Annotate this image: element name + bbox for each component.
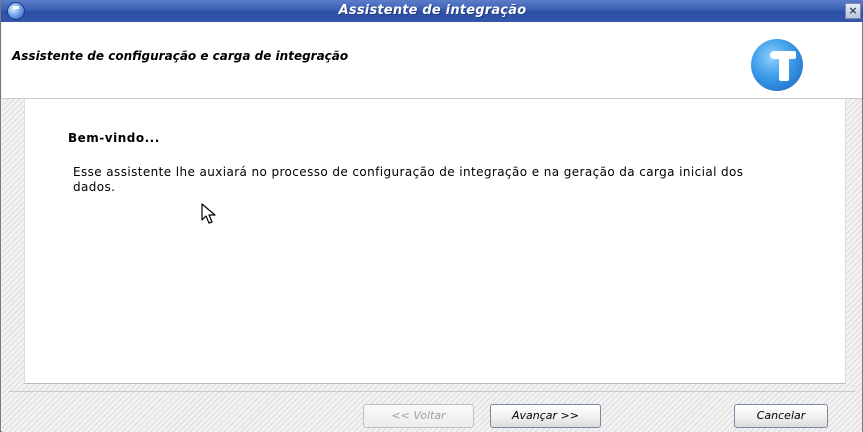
logo-t-stem (779, 57, 789, 81)
wizard-content: Bem-vindo... Esse assistente lhe auxiará… (24, 99, 846, 384)
back-button[interactable]: << Voltar (363, 404, 474, 428)
next-button[interactable]: Avançar >> (490, 404, 601, 428)
header-title: Assistente de configuração e carga de in… (12, 49, 349, 63)
title-bar[interactable]: Assistente de integração × (1, 0, 863, 22)
wizard-description: Esse assistente lhe auxiará no processo … (73, 165, 744, 194)
window-title: Assistente de integração (338, 3, 527, 18)
logo-icon (751, 39, 803, 91)
footer-divider (9, 391, 855, 392)
wizard-header: Assistente de configuração e carga de in… (2, 22, 862, 99)
welcome-heading: Bem-vindo... (68, 131, 160, 145)
cancel-button[interactable]: Cancelar (734, 404, 828, 428)
mouse-pointer-icon (201, 203, 216, 224)
wizard-window: Assistente de integração × Assistente de… (0, 0, 863, 432)
close-button[interactable]: × (845, 3, 861, 19)
